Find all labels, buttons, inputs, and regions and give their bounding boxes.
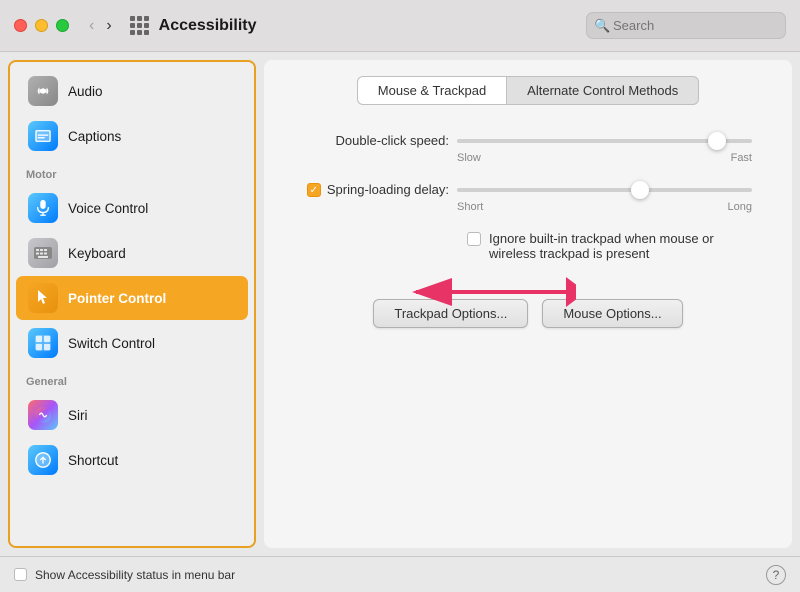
sidebar-item-siri[interactable]: Siri (16, 393, 248, 437)
double-click-slider-track (457, 139, 752, 143)
ignore-trackpad-label: Ignore built-in trackpad when mouse or w… (489, 231, 752, 261)
help-button[interactable]: ? (766, 565, 786, 585)
double-click-slider-thumb[interactable] (708, 132, 726, 150)
sidebar-item-pointer-control[interactable]: Pointer Control (16, 276, 248, 320)
search-wrapper: 🔍 (586, 12, 786, 39)
ignore-trackpad-row: Ignore built-in trackpad when mouse or w… (457, 231, 752, 261)
keyboard-icon (28, 238, 58, 268)
spring-loading-row: ✓ Spring-loading delay: Short Long (304, 182, 752, 213)
double-click-slider-container (457, 135, 752, 147)
siri-label: Siri (68, 408, 88, 423)
shortcut-label: Shortcut (68, 453, 118, 468)
captions-label: Captions (68, 129, 121, 144)
double-click-row: Double-click speed: Slow Fast (304, 133, 752, 164)
tab-mouse-trackpad[interactable]: Mouse & Trackpad (357, 76, 506, 105)
audio-icon (28, 76, 58, 106)
maximize-button[interactable] (56, 19, 69, 32)
general-section-label: General (10, 366, 254, 392)
switch-control-icon (28, 328, 58, 358)
traffic-lights (14, 19, 69, 32)
main-content: Audio Captions Motor (0, 52, 800, 556)
pointer-control-label: Pointer Control (68, 291, 166, 306)
app-grid-icon[interactable] (130, 16, 149, 35)
sidebar-item-captions[interactable]: Captions (16, 114, 248, 158)
status-bar-checkbox[interactable] (14, 568, 27, 581)
spring-loading-slider-track (457, 188, 752, 192)
mouse-options-button[interactable]: Mouse Options... (542, 299, 682, 328)
sidebar-item-shortcut[interactable]: Shortcut (16, 438, 248, 482)
sidebar-items-list: Audio Captions Motor (10, 62, 254, 489)
nav-buttons: ‹ › (85, 15, 116, 37)
search-icon: 🔍 (594, 18, 610, 34)
captions-icon (28, 121, 58, 151)
ignore-trackpad-checkbox[interactable] (467, 232, 481, 246)
spring-loading-short-label: Short (457, 201, 483, 213)
keyboard-label: Keyboard (68, 246, 126, 261)
search-input[interactable] (586, 12, 786, 39)
close-button[interactable] (14, 19, 27, 32)
spring-loading-checkbox[interactable]: ✓ (307, 183, 321, 197)
siri-icon (28, 400, 58, 430)
motor-section-label: Motor (10, 159, 254, 185)
bottom-buttons: Trackpad Options... Mouse Options... (304, 279, 752, 328)
double-click-label-row: Double-click speed: (304, 133, 752, 148)
tab-bar: Mouse & Trackpad Alternate Control Metho… (284, 76, 772, 105)
sidebar-item-voice-control[interactable]: Voice Control (16, 186, 248, 230)
tab-alternate-control[interactable]: Alternate Control Methods (506, 76, 699, 105)
pointer-control-icon (28, 283, 58, 313)
spring-loading-slider-thumb[interactable] (631, 181, 649, 199)
spring-loading-label: Spring-loading delay: (327, 182, 449, 197)
voice-control-label: Voice Control (68, 201, 148, 216)
right-content-wrapper: Mouse & Trackpad Alternate Control Metho… (256, 52, 800, 556)
titlebar: ‹ › Accessibility 🔍 (0, 0, 800, 52)
back-button[interactable]: ‹ (85, 15, 98, 37)
right-panel: Mouse & Trackpad Alternate Control Metho… (264, 60, 792, 548)
double-click-fast-label: Fast (731, 152, 752, 164)
minimize-button[interactable] (35, 19, 48, 32)
window-title: Accessibility (159, 17, 586, 35)
spring-loading-long-label: Long (728, 201, 752, 213)
shortcut-icon (28, 445, 58, 475)
double-click-slow-label: Slow (457, 152, 481, 164)
statusbar: Show Accessibility status in menu bar ? (0, 556, 800, 592)
panel-content: Double-click speed: Slow Fast (284, 125, 772, 336)
sidebar-item-switch-control[interactable]: Switch Control (16, 321, 248, 365)
audio-label: Audio (68, 84, 103, 99)
trackpad-options-button[interactable]: Trackpad Options... (373, 299, 528, 328)
forward-button[interactable]: › (102, 15, 115, 37)
spring-loading-slider-container (457, 184, 752, 196)
switch-control-label: Switch Control (68, 336, 155, 351)
voice-control-icon (28, 193, 58, 223)
status-bar-label: Show Accessibility status in menu bar (35, 568, 235, 582)
sidebar-item-audio[interactable]: Audio (16, 69, 248, 113)
double-click-label: Double-click speed: (304, 133, 449, 148)
sidebar-item-keyboard[interactable]: Keyboard (16, 231, 248, 275)
sidebar: Audio Captions Motor (8, 60, 256, 548)
spring-loading-label-row: ✓ Spring-loading delay: (304, 182, 752, 197)
